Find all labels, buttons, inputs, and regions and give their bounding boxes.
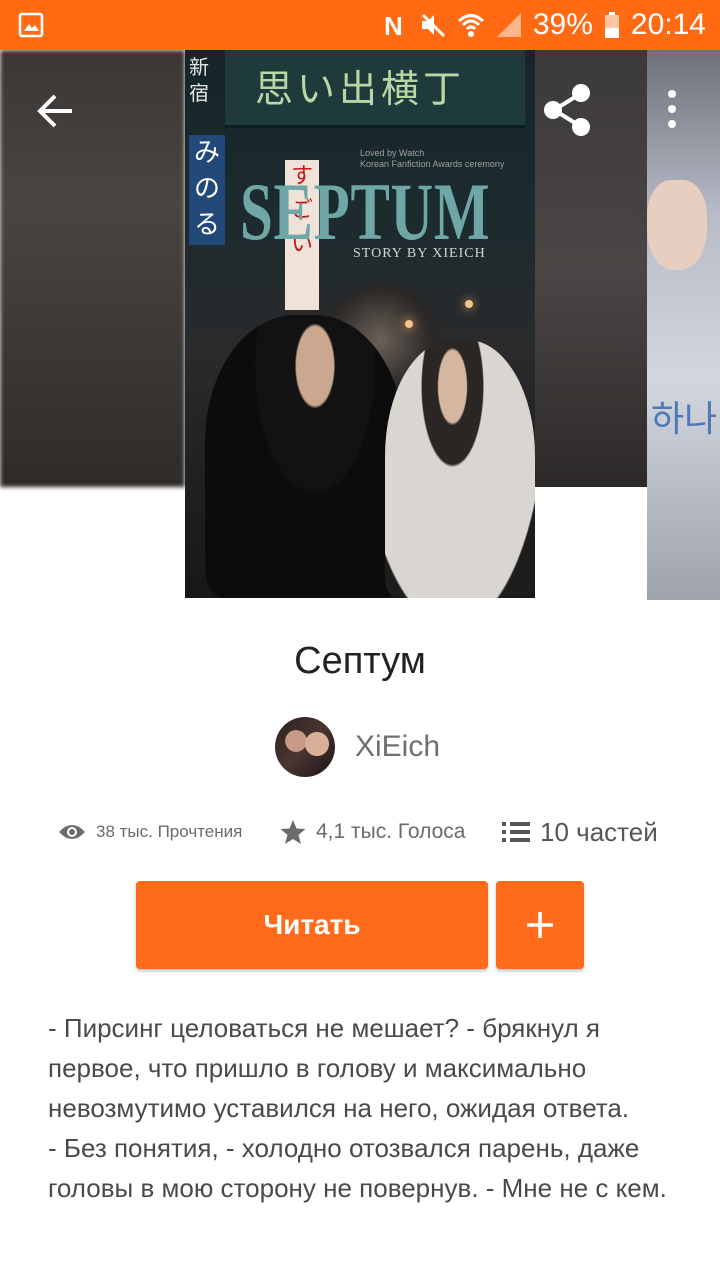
svg-text:N: N: [384, 11, 403, 39]
votes-stat: 4,1 тыс. Голоса: [280, 810, 465, 854]
book-cover[interactable]: 思い出横丁 新宿 みのる すごい Loved by Watch Korean F…: [185, 50, 535, 598]
read-button[interactable]: Читать: [136, 881, 488, 969]
add-to-library-button[interactable]: [496, 881, 584, 969]
star-icon: [280, 819, 306, 845]
share-button[interactable]: [540, 80, 596, 140]
author-row[interactable]: XiEich: [275, 716, 440, 778]
author-avatar[interactable]: [275, 717, 335, 777]
votes-count: 4,1 тыс. Голоса: [316, 820, 466, 843]
book-title: Септум: [294, 640, 426, 682]
wifi-icon: [457, 14, 484, 37]
battery-percent: 39%: [532, 8, 593, 41]
cover-sign-text: 思い出横丁: [255, 67, 466, 111]
cover-lamp: [405, 320, 413, 328]
back-button[interactable]: [28, 83, 84, 139]
share-icon: [544, 84, 590, 136]
cover-byline: STORY BY XIEICH: [353, 246, 486, 261]
parts-count[interactable]: 10 частей: [540, 817, 658, 848]
gallery-icon: [18, 12, 44, 38]
story-description: - Пирсинг целоваться не мешает? - брякну…: [48, 1013, 667, 1203]
cover-title: SEPTUM: [240, 166, 491, 257]
plus-icon: [527, 912, 553, 938]
battery-icon: [604, 12, 619, 38]
author-name[interactable]: XiEich: [355, 730, 440, 764]
cover-figure-right: [385, 340, 535, 598]
cover-sign: 思い出横丁: [225, 50, 525, 128]
arrow-left-icon: [37, 94, 72, 128]
story-stats: 38 тыс. Прочтения 4,1 тыс. Голоса 10 час…: [0, 810, 720, 854]
reads-count: 38 тыс. Прочтения: [96, 822, 243, 841]
more-vertical-icon: [668, 90, 676, 128]
cover-art-figure: [647, 180, 707, 270]
cover-blue-sign: みのる: [189, 135, 225, 245]
cover-figure-left: [205, 315, 405, 598]
status-bar: N 39% 20:14: [0, 0, 720, 50]
more-button[interactable]: [650, 82, 694, 142]
clock: 20:14: [630, 8, 706, 41]
eye-icon: [58, 822, 86, 842]
nfc-icon: N: [384, 11, 403, 39]
signal-icon: [496, 13, 521, 37]
mute-icon: [421, 13, 445, 38]
parts-stat[interactable]: 10 частей: [502, 810, 658, 854]
next-cover-text: 하나: [651, 399, 718, 440]
cover-carousel[interactable]: 하나 思い出横丁 新宿 みのる すごい Loved by Watch Korea…: [0, 50, 720, 600]
cover-lamp: [465, 300, 473, 308]
list-icon: [502, 821, 530, 843]
cover-kanji: 新宿: [189, 55, 209, 105]
reads-stat: 38 тыс. Прочтения: [58, 810, 242, 854]
